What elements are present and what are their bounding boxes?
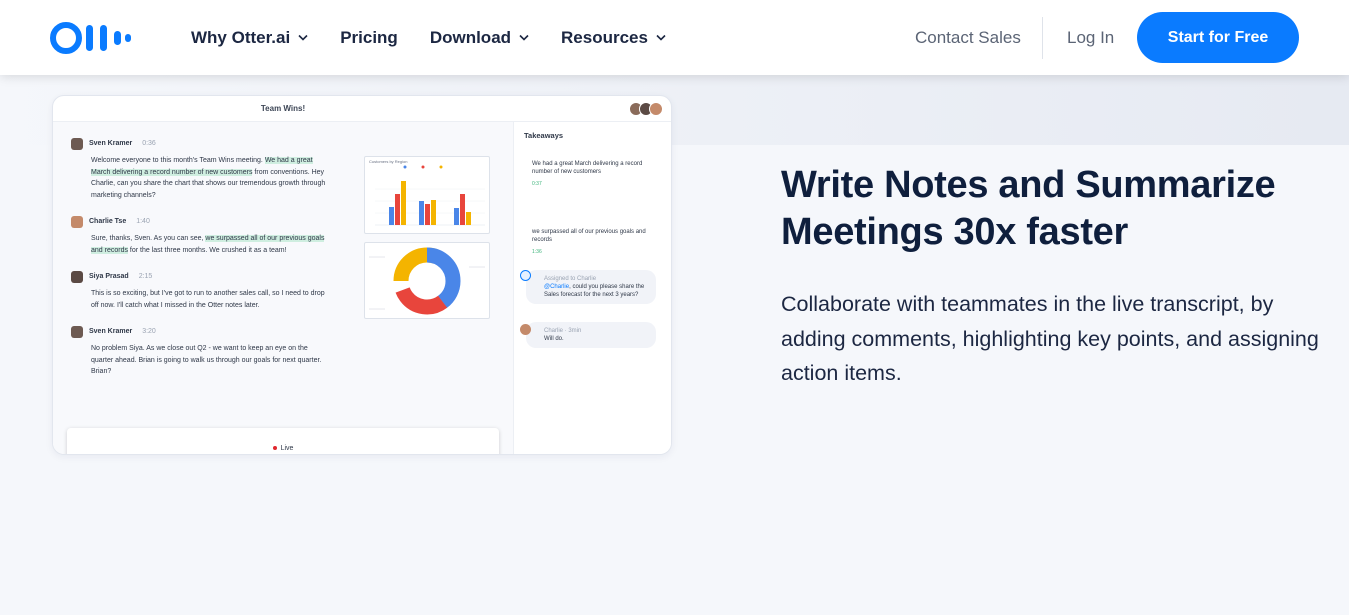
live-dot-icon: [272, 446, 277, 450]
reply-author: Charlie · 3min: [544, 328, 582, 334]
nav-resources-label: Resources: [561, 27, 648, 47]
hero-heading: Write Notes and Summarize Meetings 30x f…: [781, 164, 1276, 253]
takeaway-timestamp: 0:37: [532, 181, 542, 187]
chevron-down-icon: [656, 34, 666, 41]
otter-logo-icon[interactable]: [50, 22, 132, 54]
nav-download-label: Download: [429, 27, 512, 47]
takeaway-timestamp: 1:36: [532, 249, 542, 255]
participant-avatars: [629, 102, 663, 116]
message-text: This is so exciting, but I've got to run…: [91, 290, 325, 309]
reply-comment[interactable]: Charlie · 3min Will do.: [520, 322, 656, 348]
main-nav: Why Otter.ai Pricing Download Resources: [191, 0, 666, 75]
message-text: Sure, thanks, Sven. As you can see, we s…: [91, 233, 331, 256]
product-screenshot: Team Wins! Sven Kramer 0:36 Welcome ever…: [52, 95, 672, 455]
header-divider: [1042, 17, 1043, 59]
timestamp: 3:20: [142, 328, 156, 336]
contact-sales-link[interactable]: Contact Sales: [915, 28, 1021, 48]
transcript-message: Charlie Tse 1:40 Sure, thanks, Sven. As …: [71, 216, 331, 256]
nav-resources[interactable]: Resources: [561, 28, 666, 48]
speaker-name: Charlie Tse: [89, 218, 127, 226]
live-label: Live: [280, 444, 294, 452]
takeaway-item[interactable]: We had a great March delivering a record…: [532, 160, 657, 188]
takeaway-text: we surpassed all of our previous goals a…: [532, 229, 646, 243]
speaker-row: Charlie Tse 1:40: [71, 216, 331, 228]
speaker-row: Sven Kramer 3:20: [71, 326, 331, 338]
takeaway-item[interactable]: we surpassed all of our previous goals a…: [532, 228, 657, 256]
login-link[interactable]: Log In: [1067, 28, 1114, 48]
assigned-text: @Charlie, could you please share the Sal…: [544, 283, 648, 299]
nav-why-otter-label: Why Otter.ai: [191, 27, 291, 47]
takeaways-panel: Takeaways We had a great March deliverin…: [513, 122, 671, 454]
nav-pricing-label: Pricing: [340, 27, 398, 47]
takeaways-title: Takeaways: [524, 131, 564, 140]
speaker-name: Sven Kramer: [89, 140, 133, 148]
timestamp: 0:36: [142, 140, 156, 148]
nav-why-otter[interactable]: Why Otter.ai: [191, 28, 308, 48]
transcript-message: Sven Kramer 3:20 No problem Siya. As we …: [71, 326, 331, 378]
avatar: [71, 138, 83, 150]
chevron-down-icon: [298, 34, 308, 41]
transcript-message: Siya Prasad 2:15 This is so exciting, bu…: [71, 271, 331, 311]
check-circle-icon: [520, 270, 531, 281]
speaker-row: Siya Prasad 2:15: [71, 271, 331, 283]
message-text: No problem Siya. As we close out Q2 - we…: [91, 345, 322, 375]
bar-chart-graphic: [375, 165, 485, 226]
hero-subheading: Collaborate with teammates in the live t…: [781, 292, 1319, 385]
speaker-name: Sven Kramer: [89, 328, 133, 336]
assigned-label: Assigned to Charlie: [544, 276, 597, 282]
assigned-comment[interactable]: Assigned to Charlie @Charlie, could you …: [520, 270, 656, 304]
site-header: Why Otter.ai Pricing Download Resources …: [0, 0, 1349, 75]
donut-chart-image: [364, 242, 490, 319]
transcript-panel: Sven Kramer 0:36 Welcome everyone to thi…: [53, 122, 513, 454]
bar-chart-image: Customers by Region: [364, 156, 490, 234]
timestamp: 1:40: [136, 218, 150, 226]
timestamp: 2:15: [138, 273, 153, 281]
avatar: [71, 271, 83, 283]
chart-title: Customers by Region: [369, 159, 408, 164]
message-text-part: Welcome everyone to this month's Team Wi…: [91, 157, 265, 164]
live-recording-bar[interactable]: Live: [67, 428, 499, 454]
mockup-topbar: Team Wins!: [53, 96, 671, 122]
avatar: [71, 216, 83, 228]
avatar: [71, 326, 83, 338]
avatar: [520, 324, 531, 335]
message-text: Welcome everyone to this month's Team Wi…: [91, 155, 331, 201]
start-free-button[interactable]: Start for Free: [1137, 12, 1299, 63]
avatar: [649, 102, 663, 116]
speaker-name: Siya Prasad: [89, 273, 129, 281]
chevron-down-icon: [519, 34, 529, 41]
nav-pricing[interactable]: Pricing: [340, 28, 398, 48]
mockup-title: Team Wins!: [260, 104, 306, 113]
mention[interactable]: @Charlie: [544, 284, 569, 290]
message-text-part: for the last three months. We crushed it…: [127, 246, 287, 254]
speaker-row: Sven Kramer 0:36: [71, 138, 331, 150]
takeaway-text: We had a great March delivering a record…: [532, 161, 643, 175]
nav-download[interactable]: Download: [430, 28, 529, 48]
message-text-part: Sure, thanks, Sven. As you can see,: [91, 235, 206, 242]
transcript-message: Sven Kramer 0:36 Welcome everyone to thi…: [71, 138, 331, 201]
donut-chart-graphic: [369, 247, 485, 315]
reply-text: Will do.: [544, 336, 564, 342]
